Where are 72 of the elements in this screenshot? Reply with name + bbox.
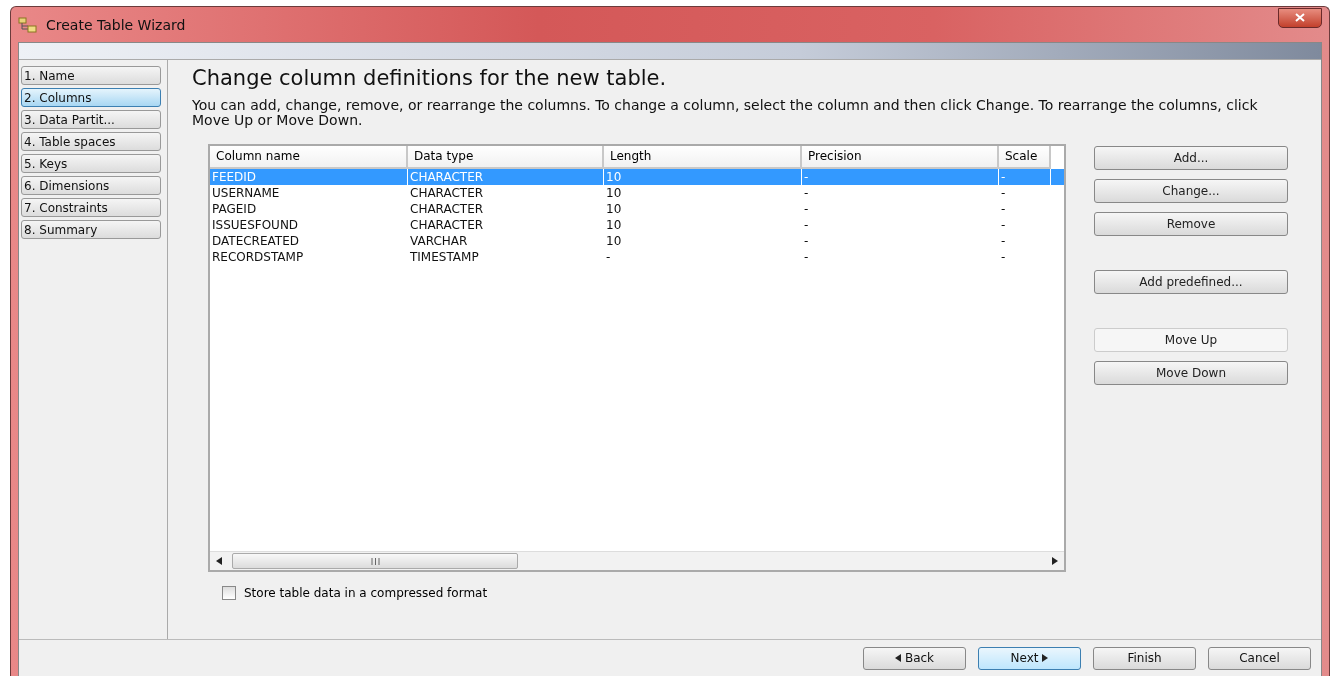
action-button[interactable]: Add predefined... bbox=[1094, 270, 1288, 294]
table-cell-text: - bbox=[1000, 185, 1007, 201]
table-cell-text: USERNAME bbox=[211, 185, 281, 201]
table-cell-text: - bbox=[803, 249, 810, 265]
column-header[interactable]: Length bbox=[604, 146, 802, 169]
table-cell-text: - bbox=[1000, 201, 1007, 217]
column-header[interactable]: Data type bbox=[408, 146, 604, 169]
column-header[interactable]: Column name bbox=[210, 146, 408, 169]
scroll-thumb[interactable] bbox=[232, 553, 518, 569]
nav-button[interactable]: Back bbox=[863, 646, 966, 670]
right-triangle-icon bbox=[1042, 654, 1049, 662]
table-cell-text: - bbox=[803, 201, 810, 217]
table-cell-text: ISSUESFOUND bbox=[211, 217, 300, 233]
table-cell-text: 10 bbox=[605, 233, 623, 249]
table-cell: FEEDID bbox=[210, 169, 408, 185]
action-button[interactable]: Move Down bbox=[1094, 361, 1288, 385]
column-header[interactable]: Precision bbox=[802, 146, 999, 169]
wizard-step[interactable]: 8. Summary bbox=[21, 220, 161, 239]
table-cell-text: 10 bbox=[605, 217, 623, 233]
nav-button[interactable]: Cancel bbox=[1208, 646, 1311, 670]
table-row[interactable]: RECORDSTAMP TIMESTAMP - - - bbox=[210, 249, 1064, 265]
table-row[interactable]: ISSUESFOUND CHARACTER 10 - - bbox=[210, 217, 1064, 233]
action-button[interactable]: Remove bbox=[1094, 212, 1288, 236]
window-title: Create Table Wizard bbox=[46, 16, 187, 33]
table-cell-text: PAGEID bbox=[211, 201, 258, 217]
table-row[interactable]: DATECREATED VARCHAR 10 - - bbox=[210, 233, 1064, 249]
left-triangle-icon bbox=[894, 654, 901, 662]
wizard-step[interactable]: 2. Columns bbox=[21, 88, 161, 107]
table-cell-text: CHARACTER bbox=[409, 185, 485, 201]
grip-icon bbox=[370, 557, 380, 565]
table-row[interactable]: USERNAME CHARACTER 10 - - bbox=[210, 185, 1064, 201]
wizard-step[interactable]: 5. Keys bbox=[21, 154, 161, 173]
checkbox[interactable] bbox=[222, 586, 236, 600]
table-cell: CHARACTER bbox=[408, 169, 604, 185]
table-cell: - bbox=[999, 169, 1051, 185]
left-triangle-icon bbox=[216, 557, 222, 565]
wizard-step[interactable]: 4. Table spaces bbox=[21, 132, 161, 151]
right-triangle-icon bbox=[1052, 557, 1058, 565]
description-text: You can add, change, remove, or rearrange the columns. To change a column, select the column and then click Change. To rearrange the columns, click Move Up or Move Down. bbox=[192, 98, 1259, 128]
page-heading: Change column definitions for the new table. bbox=[192, 66, 668, 90]
table-cell-text: DATECREATED bbox=[211, 233, 300, 249]
table-cell-text: - bbox=[803, 185, 810, 201]
table-cell-text: RECORDSTAMP bbox=[211, 249, 305, 265]
table-cell: 10 bbox=[604, 169, 802, 185]
checkbox-label: Store table data in a compressed format bbox=[244, 586, 488, 600]
wizard-step[interactable]: 7. Constraints bbox=[21, 198, 161, 217]
action-button[interactable]: Add... bbox=[1094, 146, 1288, 170]
close-icon bbox=[1295, 13, 1305, 22]
horizontal-scrollbar[interactable] bbox=[210, 551, 1064, 570]
wizard-step[interactable]: 1. Name bbox=[21, 66, 161, 85]
table-cell-text: - bbox=[1000, 233, 1007, 249]
nav-button[interactable]: Next bbox=[978, 646, 1081, 670]
table-cell-text: - bbox=[1000, 217, 1007, 233]
wizard-step[interactable]: 3. Data Partit... bbox=[21, 110, 161, 129]
table-tree-icon bbox=[18, 16, 38, 33]
close-button[interactable] bbox=[1278, 7, 1322, 28]
nav-button[interactable]: Finish bbox=[1093, 646, 1196, 670]
table-cell-text: - bbox=[803, 233, 810, 249]
table-cell-text: CHARACTER bbox=[409, 201, 485, 217]
table-row[interactable]: PAGEID CHARACTER 10 - - bbox=[210, 201, 1064, 217]
table-cell-text: VARCHAR bbox=[409, 233, 469, 249]
table-cell-text: - bbox=[803, 217, 810, 233]
action-button[interactable]: Change... bbox=[1094, 179, 1288, 203]
table-cell-text: 10 bbox=[605, 201, 623, 217]
table-cell-text: TIMESTAMP bbox=[409, 249, 480, 265]
table-cell-text: 10 bbox=[605, 185, 623, 201]
wizard-step[interactable]: 6. Dimensions bbox=[21, 176, 161, 195]
column-header[interactable]: Scale bbox=[999, 146, 1051, 169]
table-cell: - bbox=[802, 169, 999, 185]
table-cell-text: CHARACTER bbox=[409, 217, 485, 233]
table-cell-text: - bbox=[1000, 249, 1007, 265]
table-cell-text: - bbox=[605, 249, 612, 265]
